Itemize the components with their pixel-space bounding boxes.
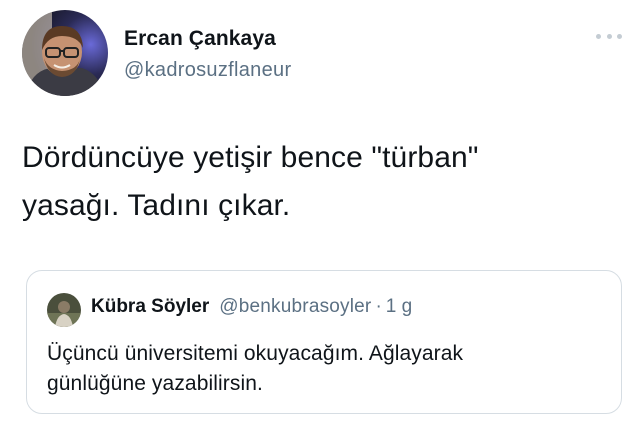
- author-avatar[interactable]: [22, 10, 108, 96]
- quoted-tweet-card[interactable]: Kübra Söyler @benkubrasoyler · 1 g Üçünc…: [26, 270, 622, 414]
- tweet-text-line: Dördüncüye yetişir bence "türban": [22, 141, 479, 174]
- author-name[interactable]: Ercan Çankaya: [124, 27, 276, 51]
- tweet-text-line: yasağı. Tadını çıkar.: [22, 189, 291, 222]
- more-dot: [606, 33, 612, 39]
- quoted-author-avatar[interactable]: [47, 293, 81, 327]
- more-dot: [617, 33, 622, 39]
- quoted-text-line: günlüğüne yazabilirsin.: [47, 372, 263, 395]
- quoted-tweet-text: Üçüncü üniversitemi okuyacağım. Ağlayara…: [47, 339, 607, 399]
- more-dot: [596, 33, 601, 39]
- tweet-text: Dördüncüye yetişir bence "türban" yasağı…: [22, 134, 622, 230]
- quoted-author-handle[interactable]: @benkubrasoyler: [219, 296, 371, 318]
- author-handle[interactable]: @kadrosuzflaneur: [124, 59, 291, 82]
- header-separator: ·: [375, 296, 382, 317]
- quoted-tweet-timestamp[interactable]: 1 g: [386, 296, 412, 318]
- more-horizontal-icon[interactable]: [596, 28, 622, 44]
- quoted-author-name[interactable]: Kübra Söyler: [91, 296, 209, 318]
- quoted-text-line: Üçüncü üniversitemi okuyacağım. Ağlayara…: [47, 342, 464, 365]
- quoted-tweet-header: Kübra Söyler @benkubrasoyler · 1 g: [91, 296, 412, 318]
